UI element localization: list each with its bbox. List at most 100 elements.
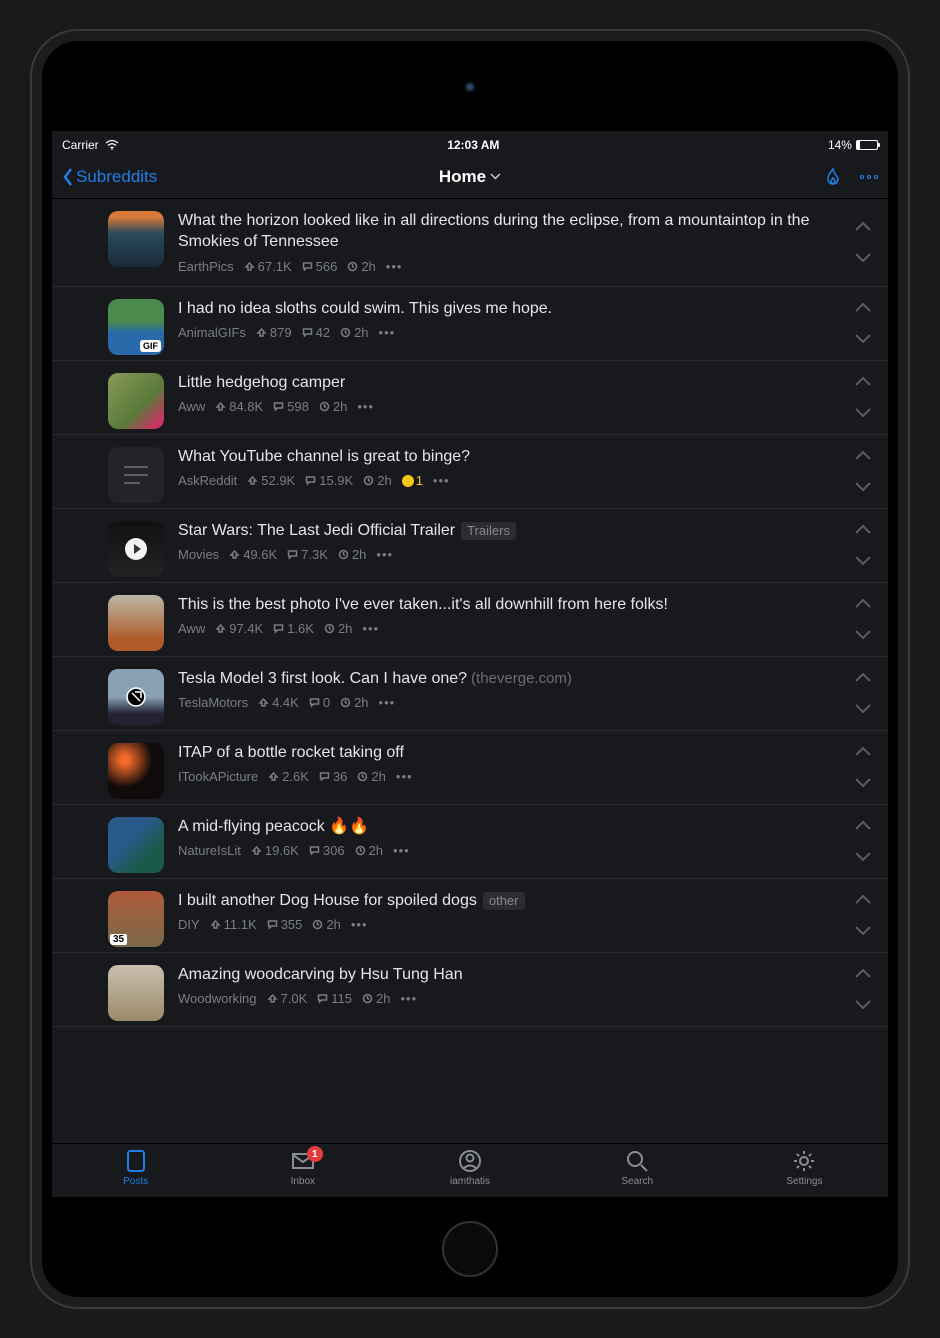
post-subreddit[interactable]: AskReddit bbox=[178, 473, 237, 488]
downvote-button[interactable] bbox=[854, 851, 872, 862]
post-score: 52.9K bbox=[247, 473, 295, 488]
clock-icon bbox=[324, 623, 335, 634]
post-row[interactable]: GIFI had no idea sloths could swim. This… bbox=[52, 287, 888, 361]
post-thumbnail[interactable]: GIF bbox=[108, 299, 164, 355]
post-subreddit[interactable]: DIY bbox=[178, 917, 200, 932]
nav-title: Home bbox=[439, 167, 486, 187]
comment-icon bbox=[273, 623, 284, 634]
tab-label: Search bbox=[621, 1176, 653, 1187]
post-age: 2h bbox=[355, 843, 383, 858]
post-subreddit[interactable]: Aww bbox=[178, 621, 205, 636]
post-row[interactable]: ITAP of a bottle rocket taking offITookA… bbox=[52, 731, 888, 805]
post-subreddit[interactable]: Woodworking bbox=[178, 991, 257, 1006]
post-more-icon[interactable]: ••• bbox=[357, 399, 374, 414]
post-more-icon[interactable]: ••• bbox=[379, 695, 396, 710]
post-subreddit[interactable]: Movies bbox=[178, 547, 219, 562]
clock-icon bbox=[347, 261, 358, 272]
post-row[interactable]: This is the best photo I've ever taken..… bbox=[52, 583, 888, 657]
post-more-icon[interactable]: ••• bbox=[433, 473, 450, 488]
account-icon bbox=[457, 1148, 483, 1174]
downvote-button[interactable] bbox=[854, 629, 872, 640]
post-subreddit[interactable]: ITookAPicture bbox=[178, 769, 258, 784]
post-comments: 15.9K bbox=[305, 473, 353, 488]
post-more-icon[interactable]: ••• bbox=[400, 991, 417, 1006]
upvote-button[interactable] bbox=[854, 450, 872, 461]
post-comments: 1.6K bbox=[273, 621, 314, 636]
upvote-button[interactable] bbox=[854, 820, 872, 831]
post-more-icon[interactable]: ••• bbox=[351, 917, 368, 932]
post-more-icon[interactable]: ••• bbox=[376, 547, 393, 562]
post-more-icon[interactable]: ••• bbox=[362, 621, 379, 636]
post-thumbnail[interactable] bbox=[108, 373, 164, 429]
post-thumbnail[interactable] bbox=[108, 595, 164, 651]
more-options-button[interactable] bbox=[860, 175, 878, 179]
upvote-button[interactable] bbox=[854, 746, 872, 757]
downvote-button[interactable] bbox=[854, 925, 872, 936]
inbox-badge: 1 bbox=[307, 1146, 323, 1162]
post-more-icon[interactable]: ••• bbox=[386, 259, 403, 274]
post-subreddit[interactable]: NatureIsLit bbox=[178, 843, 241, 858]
upvote-icon bbox=[267, 993, 278, 1004]
post-row[interactable]: Tesla Model 3 first look. Can I have one… bbox=[52, 657, 888, 731]
feed-selector[interactable]: Home bbox=[439, 167, 501, 187]
tab-posts[interactable]: Posts bbox=[52, 1148, 219, 1197]
post-more-icon[interactable]: ••• bbox=[379, 325, 396, 340]
device-home-button[interactable] bbox=[442, 1221, 498, 1277]
upvote-button[interactable] bbox=[854, 598, 872, 609]
post-row[interactable]: Amazing woodcarving by Hsu Tung HanWoodw… bbox=[52, 953, 888, 1027]
post-row[interactable]: What the horizon looked like in all dire… bbox=[52, 199, 888, 287]
post-feed[interactable]: What the horizon looked like in all dire… bbox=[52, 199, 888, 1143]
post-thumbnail[interactable] bbox=[108, 447, 164, 503]
post-subreddit[interactable]: EarthPics bbox=[178, 259, 234, 274]
post-row[interactable]: Little hedgehog camperAww84.8K5982h••• bbox=[52, 361, 888, 435]
post-subreddit[interactable]: TeslaMotors bbox=[178, 695, 248, 710]
upvote-icon bbox=[215, 401, 226, 412]
downvote-button[interactable] bbox=[854, 999, 872, 1010]
post-thumbnail[interactable] bbox=[108, 743, 164, 799]
post-row[interactable]: A mid-flying peacock 🔥🔥NatureIsLit19.6K3… bbox=[52, 805, 888, 879]
post-thumbnail[interactable] bbox=[108, 965, 164, 1021]
upvote-button[interactable] bbox=[854, 968, 872, 979]
downvote-button[interactable] bbox=[854, 777, 872, 788]
downvote-button[interactable] bbox=[854, 333, 872, 344]
upvote-button[interactable] bbox=[854, 894, 872, 905]
tab-settings[interactable]: Settings bbox=[721, 1148, 888, 1197]
post-subreddit[interactable]: Aww bbox=[178, 399, 205, 414]
clock-icon bbox=[338, 549, 349, 560]
downvote-button[interactable] bbox=[854, 481, 872, 492]
post-more-icon[interactable]: ••• bbox=[396, 769, 413, 784]
downvote-button[interactable] bbox=[854, 252, 872, 263]
post-comments: 0 bbox=[309, 695, 330, 710]
downvote-button[interactable] bbox=[854, 555, 872, 566]
post-more-icon[interactable]: ••• bbox=[393, 843, 410, 858]
post-thumbnail[interactable]: 35 bbox=[108, 891, 164, 947]
post-row[interactable]: What YouTube channel is great to binge?A… bbox=[52, 435, 888, 509]
post-row[interactable]: Star Wars: The Last Jedi Official Traile… bbox=[52, 509, 888, 583]
downvote-button[interactable] bbox=[854, 703, 872, 714]
post-thumbnail[interactable] bbox=[108, 817, 164, 873]
tab-search[interactable]: Search bbox=[554, 1148, 721, 1197]
post-thumbnail[interactable] bbox=[108, 521, 164, 577]
post-thumbnail[interactable] bbox=[108, 211, 164, 267]
upvote-button[interactable] bbox=[854, 302, 872, 313]
post-row[interactable]: 35I built another Dog House for spoiled … bbox=[52, 879, 888, 953]
post-thumbnail[interactable] bbox=[108, 669, 164, 725]
tab-inbox[interactable]: 1 Inbox bbox=[219, 1148, 386, 1197]
post-comments: 115 bbox=[317, 991, 352, 1006]
search-icon bbox=[624, 1148, 650, 1174]
upvote-button[interactable] bbox=[854, 524, 872, 535]
upvote-button[interactable] bbox=[854, 376, 872, 387]
comment-icon bbox=[309, 697, 320, 708]
clock-icon bbox=[363, 475, 374, 486]
upvote-button[interactable] bbox=[854, 221, 872, 232]
post-subreddit[interactable]: AnimalGIFs bbox=[178, 325, 246, 340]
tab-label: Posts bbox=[123, 1176, 148, 1187]
posts-icon bbox=[123, 1148, 149, 1174]
tab-account[interactable]: iamthatis bbox=[386, 1148, 553, 1197]
back-button[interactable]: Subreddits bbox=[62, 167, 157, 187]
upvote-button[interactable] bbox=[854, 672, 872, 683]
sort-hot-icon[interactable] bbox=[822, 166, 844, 188]
post-score: 879 bbox=[256, 325, 292, 340]
chevron-left-icon bbox=[62, 167, 74, 187]
downvote-button[interactable] bbox=[854, 407, 872, 418]
